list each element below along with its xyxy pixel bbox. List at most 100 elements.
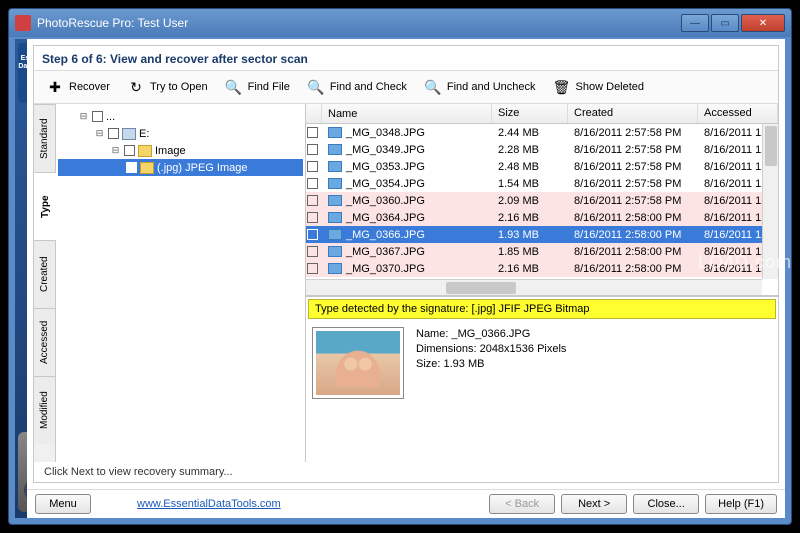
tab-modified[interactable]: Modified: [34, 376, 55, 444]
find-and-uncheck-button[interactable]: 🔍 Find and Uncheck: [416, 74, 543, 100]
table-row[interactable]: _MG_0353.JPG2.48 MB8/16/2011 2:57:58 PM8…: [306, 158, 778, 175]
table-body[interactable]: _MG_0348.JPG2.44 MB8/16/2011 2:57:58 PM8…: [306, 124, 778, 295]
checkbox[interactable]: [126, 162, 137, 173]
file-icon: [328, 127, 342, 138]
checkbox[interactable]: [307, 246, 318, 257]
horizontal-scrollbar[interactable]: [306, 279, 762, 295]
brand-sidebar: Essential Data Tools PhotoRescue Pro: [15, 39, 27, 518]
file-size: 1.93 MB: [492, 229, 568, 241]
checkbox[interactable]: [307, 212, 318, 223]
checkbox[interactable]: [307, 178, 318, 189]
table-row[interactable]: _MG_0354.JPG1.54 MB8/16/2011 2:57:58 PM8…: [306, 175, 778, 192]
tab-standard[interactable]: Standard: [34, 104, 55, 172]
tab-type[interactable]: Type: [34, 172, 56, 240]
recover-icon: ✚: [45, 77, 65, 97]
file-icon: [328, 246, 342, 257]
checkbox[interactable]: [124, 145, 135, 156]
checkbox[interactable]: [108, 128, 119, 139]
tree-image-folder[interactable]: ⊟ Image: [58, 142, 303, 159]
table-row[interactable]: _MG_0360.JPG2.09 MB8/16/2011 2:57:58 PM8…: [306, 192, 778, 209]
checkbox[interactable]: [307, 263, 318, 274]
table-header[interactable]: Name Size Created Accessed: [306, 104, 778, 124]
status-text: Click Next to view recovery summary...: [34, 462, 778, 482]
minimize-button[interactable]: —: [681, 14, 709, 32]
file-size: 2.16 MB: [492, 212, 568, 224]
find-file-button[interactable]: 🔍 Find File: [217, 74, 297, 100]
website-link[interactable]: www.EssentialDataTools.com: [137, 498, 281, 510]
help-button[interactable]: Help (F1): [705, 494, 777, 514]
show-deleted-button[interactable]: 🗑 Show Deleted: [545, 74, 652, 100]
checkbox[interactable]: [307, 195, 318, 206]
file-size: 2.28 MB: [492, 144, 568, 156]
file-name: _MG_0349.JPG: [346, 144, 425, 156]
checkbox[interactable]: [307, 161, 318, 172]
find-file-icon: 🔍: [224, 77, 244, 97]
try-to-open-button[interactable]: ↻ Try to Open: [119, 74, 215, 100]
thumbnail-image: [316, 331, 400, 395]
checkbox[interactable]: [307, 144, 318, 155]
folder-tree[interactable]: ⊟ ... ⊟ E: ⊟: [56, 104, 306, 462]
recover-button[interactable]: ✚ Recover: [38, 74, 117, 100]
back-button[interactable]: < Back: [489, 494, 555, 514]
file-size: 2.09 MB: [492, 195, 568, 207]
close-button[interactable]: Close...: [633, 494, 699, 514]
checkbox[interactable]: [307, 229, 318, 240]
scroll-thumb[interactable]: [446, 282, 516, 294]
file-name: _MG_0367.JPG: [346, 246, 425, 258]
table-row[interactable]: _MG_0349.JPG2.28 MB8/16/2011 2:57:58 PM8…: [306, 141, 778, 158]
checkbox[interactable]: [92, 111, 103, 122]
vertical-scrollbar[interactable]: [762, 124, 778, 279]
tree-root[interactable]: ⊟ ...: [58, 108, 303, 125]
menu-button[interactable]: Menu: [35, 494, 91, 514]
table-row[interactable]: _MG_0370.JPG2.16 MB8/16/2011 2:58:00 PM8…: [306, 260, 778, 277]
find-uncheck-icon: 🔍: [423, 77, 443, 97]
col-name[interactable]: Name: [322, 104, 492, 123]
file-icon: [328, 195, 342, 206]
next-button[interactable]: Next >: [561, 494, 627, 514]
show-deleted-icon: 🗑: [552, 77, 572, 97]
table-row[interactable]: _MG_0366.JPG1.93 MB8/16/2011 2:58:00 PM8…: [306, 226, 778, 243]
thumbnail-box: [312, 327, 404, 399]
maximize-button[interactable]: ▭: [711, 14, 739, 32]
tab-accessed[interactable]: Accessed: [34, 308, 55, 376]
window-title: PhotoRescue Pro: Test User: [37, 16, 681, 30]
file-icon: [328, 178, 342, 189]
file-icon: [328, 263, 342, 274]
right-pane: Name Size Created Accessed _MG_0348.JPG 2…: [306, 104, 778, 462]
edt-text: Essential Data Tools: [18, 55, 27, 71]
scroll-thumb[interactable]: [765, 126, 777, 166]
tree-drive[interactable]: ⊟ E:: [58, 125, 303, 142]
tree-drive-label: E:: [139, 128, 149, 140]
table-row[interactable]: _MG_0348.JPG2.44 MB8/16/2011 2:57:58 PM8…: [306, 124, 778, 141]
footer: Menu www.EssentialDataTools.com < Back N…: [27, 489, 785, 518]
table-row[interactable]: _MG_0367.JPG1.85 MB8/16/2011 2:58:00 PM8…: [306, 243, 778, 260]
meta-name: Name: _MG_0366.JPG: [416, 327, 566, 342]
file-name: _MG_0348.JPG: [346, 127, 425, 139]
find-check-icon: 🔍: [306, 77, 326, 97]
collapse-icon[interactable]: ⊟: [78, 111, 89, 122]
find-check-label: Find and Check: [330, 81, 407, 93]
collapse-icon[interactable]: ⊟: [110, 145, 121, 156]
table-row[interactable]: _MG_0364.JPG2.16 MB8/16/2011 2:58:00 PM8…: [306, 209, 778, 226]
file-icon: [328, 161, 342, 172]
collapse-icon[interactable]: ⊟: [94, 128, 105, 139]
titlebar[interactable]: PhotoRescue Pro: Test User — ▭ ✕: [9, 9, 791, 37]
try-open-icon: ↻: [126, 77, 146, 97]
file-size: 2.44 MB: [492, 127, 568, 139]
folder-icon: [138, 145, 152, 157]
find-file-label: Find File: [248, 81, 290, 93]
camera-lens-icon: [18, 432, 27, 512]
tree-jpeg-node[interactable]: (.jpg) JPEG Image: [58, 159, 303, 176]
window-close-button[interactable]: ✕: [741, 14, 785, 32]
col-created[interactable]: Created: [568, 104, 698, 123]
find-and-check-button[interactable]: 🔍 Find and Check: [299, 74, 414, 100]
file-size: 1.54 MB: [492, 178, 568, 190]
file-icon: [328, 144, 342, 155]
tree-root-label: ...: [106, 111, 115, 123]
app-window: PhotoRescue Pro: Test User — ▭ ✕ Essenti…: [8, 8, 792, 525]
col-accessed[interactable]: Accessed: [698, 104, 778, 123]
file-name: _MG_0370.JPG: [346, 263, 425, 275]
tab-created[interactable]: Created: [34, 240, 55, 308]
checkbox[interactable]: [307, 127, 318, 138]
col-size[interactable]: Size: [492, 104, 568, 123]
